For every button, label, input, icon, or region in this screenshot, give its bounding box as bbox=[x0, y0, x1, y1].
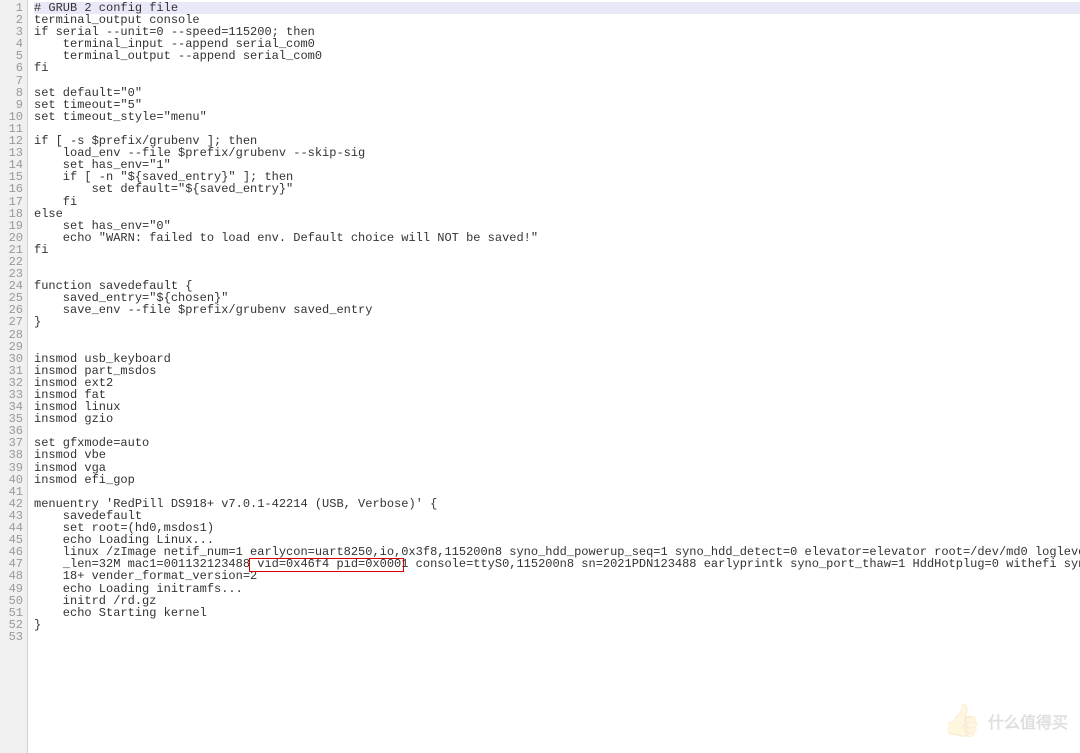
code-line[interactable]: insmod linux bbox=[34, 401, 1080, 413]
code-line[interactable]: insmod vga bbox=[34, 462, 1080, 474]
line-number: 30 bbox=[2, 353, 23, 365]
line-number: 19 bbox=[2, 220, 23, 232]
line-number: 38 bbox=[2, 449, 23, 461]
code-line[interactable] bbox=[34, 75, 1080, 87]
line-number: 8 bbox=[2, 87, 23, 99]
code-line[interactable] bbox=[34, 655, 1080, 667]
line-number: 7 bbox=[2, 75, 23, 87]
code-line[interactable]: set timeout_style="menu" bbox=[34, 111, 1080, 123]
code-line[interactable]: set gfxmode=auto bbox=[34, 437, 1080, 449]
line-number: 27 bbox=[2, 316, 23, 328]
line-number: 48 bbox=[2, 570, 23, 582]
code-line[interactable] bbox=[34, 643, 1080, 655]
code-line[interactable]: insmod vbe bbox=[34, 449, 1080, 461]
code-line[interactable]: menuentry 'RedPill DS918+ v7.0.1-42214 (… bbox=[34, 498, 1080, 510]
line-number: 16 bbox=[2, 183, 23, 195]
code-line[interactable]: fi bbox=[34, 244, 1080, 256]
line-number: 51 bbox=[2, 607, 23, 619]
code-line[interactable]: echo Loading initramfs... bbox=[34, 583, 1080, 595]
code-line[interactable]: insmod fat bbox=[34, 389, 1080, 401]
code-line[interactable]: insmod part_msdos bbox=[34, 365, 1080, 377]
code-line[interactable]: set has_env="0" bbox=[34, 220, 1080, 232]
line-number: 50 bbox=[2, 595, 23, 607]
code-line[interactable]: echo Starting kernel bbox=[34, 607, 1080, 619]
code-line[interactable]: set default="${saved_entry}" bbox=[34, 183, 1080, 195]
line-number: 18 bbox=[2, 208, 23, 220]
code-line[interactable]: save_env --file $prefix/grubenv saved_en… bbox=[34, 304, 1080, 316]
code-line[interactable]: fi bbox=[34, 62, 1080, 74]
code-line[interactable]: fi bbox=[34, 196, 1080, 208]
code-line[interactable]: insmod gzio bbox=[34, 413, 1080, 425]
code-area[interactable]: # GRUB 2 config fileterminal_output cons… bbox=[28, 0, 1080, 753]
line-number: 17 bbox=[2, 196, 23, 208]
line-number: 53 bbox=[2, 631, 23, 643]
code-line[interactable]: insmod usb_keyboard bbox=[34, 353, 1080, 365]
code-line[interactable]: terminal_output --append serial_com0 bbox=[34, 50, 1080, 62]
code-line[interactable]: insmod efi_gop bbox=[34, 474, 1080, 486]
code-line[interactable]: 18+ vender_format_version=2 bbox=[34, 570, 1080, 582]
line-number: 29 bbox=[2, 341, 23, 353]
code-line[interactable]: } bbox=[34, 619, 1080, 631]
code-line[interactable]: insmod ext2 bbox=[34, 377, 1080, 389]
code-line[interactable] bbox=[34, 631, 1080, 643]
line-number: 28 bbox=[2, 329, 23, 341]
code-line[interactable]: set default="0" bbox=[34, 87, 1080, 99]
code-line[interactable]: load_env --file $prefix/grubenv --skip-s… bbox=[34, 147, 1080, 159]
code-line[interactable] bbox=[34, 425, 1080, 437]
line-number-gutter: 1234567891011121314151617181920212223242… bbox=[0, 0, 28, 753]
code-line[interactable]: } bbox=[34, 316, 1080, 328]
line-number: 40 bbox=[2, 474, 23, 486]
code-line[interactable] bbox=[34, 256, 1080, 268]
line-number: 39 bbox=[2, 462, 23, 474]
line-number: 49 bbox=[2, 583, 23, 595]
code-line[interactable]: initrd /rd.gz bbox=[34, 595, 1080, 607]
code-line[interactable] bbox=[34, 341, 1080, 353]
code-line[interactable] bbox=[34, 329, 1080, 341]
line-number: 6 bbox=[2, 62, 23, 74]
code-line[interactable]: else bbox=[34, 208, 1080, 220]
code-line[interactable]: echo "WARN: failed to load env. Default … bbox=[34, 232, 1080, 244]
code-editor: 1234567891011121314151617181920212223242… bbox=[0, 0, 1080, 753]
